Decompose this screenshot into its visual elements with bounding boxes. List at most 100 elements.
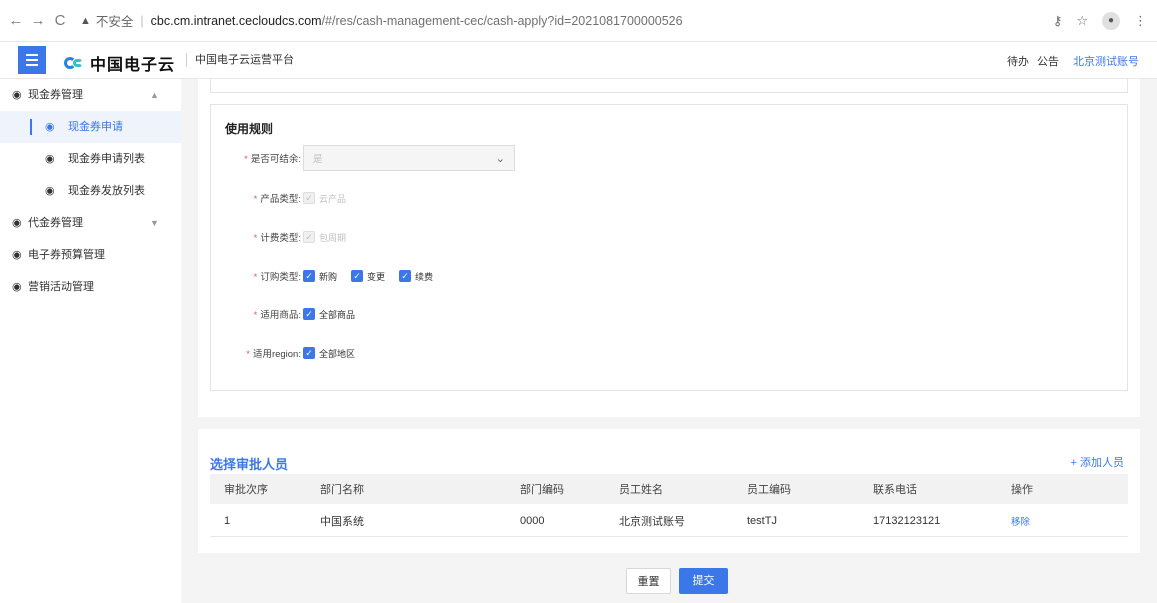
goods-row: * 适用商品: ✓ 全部商品 <box>211 303 355 325</box>
logo-icon <box>64 55 86 71</box>
table-cell: 北京测试账号 <box>619 515 685 528</box>
column-header: 操作 <box>1011 484 1033 496</box>
url-host: cbc.cm.intranet.cecloudcs.com <box>150 13 322 28</box>
table-cell: 17132123121 <box>873 514 941 527</box>
sidebar-item-voucher[interactable]: ◉ 代金券管理 ▼ <box>0 207 181 239</box>
reload-button[interactable]: C <box>50 12 70 29</box>
warning-icon: ▲ <box>80 14 91 27</box>
settle-select[interactable]: 是 ⌄ <box>303 145 515 171</box>
product-type-checkbox: ✓ 云产品 <box>303 192 346 205</box>
product-type-label: * 产品类型: <box>253 194 301 205</box>
column-header: 员工编码 <box>747 484 791 496</box>
dashboard-icon: ◉ <box>45 121 55 133</box>
settle-value: 是 <box>313 154 323 165</box>
menu-toggle-button[interactable] <box>18 46 46 74</box>
sidebar-item-label: 现金券申请 <box>68 121 123 133</box>
order-type-renew-checkbox[interactable]: ✓ 续费 <box>399 270 433 283</box>
header-links: 待办 公告 北京测试账号 <box>1007 53 1139 69</box>
sidebar-item-label: 电子券预算管理 <box>28 249 105 261</box>
submit-button[interactable]: 提交 <box>679 568 728 594</box>
table-cell: 1 <box>224 514 231 527</box>
column-header: 联系电话 <box>873 484 917 496</box>
browser-actions: ⚷ ☆ ● ⋮ <box>1053 12 1147 30</box>
region-row: * 适用region: ✓ 全部地区 <box>211 342 355 364</box>
all-goods-checkbox[interactable]: ✓ 全部商品 <box>303 308 355 321</box>
sidebar: ◉ 现金券管理 ▲ ◉ 现金券申请 ◉ 现金券申请列表 ◉ 现金券发放列表 ◉ … <box>0 79 181 603</box>
approvers-card: 选择审批人员 + 添加人员 审批次序 部门名称 部门编码 员工姓名 员工编码 联… <box>198 429 1140 553</box>
app-header: 中国电子云 中国电子云运营平台 待办 公告 北京测试账号 <box>0 42 1157 79</box>
sidebar-item-label: 现金券发放列表 <box>68 185 145 197</box>
column-header: 员工姓名 <box>619 484 663 496</box>
add-person-button[interactable]: + 添加人员 <box>1071 454 1124 470</box>
product-type-row: * 产品类型: ✓ 云产品 <box>211 187 346 209</box>
profile-icon[interactable]: ● <box>1102 12 1120 30</box>
remove-link[interactable]: 移除 <box>1011 505 1030 536</box>
settle-label: * 是否可结余: <box>244 154 301 165</box>
checkmark-icon: ✓ <box>399 270 412 282</box>
order-type-change-checkbox[interactable]: ✓ 变更 <box>351 270 385 283</box>
table-header: 审批次序 部门名称 部门编码 员工姓名 员工编码 联系电话 操作 <box>210 474 1128 504</box>
main-content: 使用规则 * 是否可结余: 是 ⌄ * 产品类型: ✓ 云产品 * 计费类型: … <box>181 79 1157 603</box>
sidebar-item-issue-list[interactable]: ◉ 现金券发放列表 <box>0 175 181 207</box>
table-row: 1 中国系统 0000 北京测试账号 testTJ 17132123121 移除 <box>210 505 1128 537</box>
table-cell: testTJ <box>747 514 777 527</box>
usage-rules-panel: 使用规则 * 是否可结余: 是 ⌄ * 产品类型: ✓ 云产品 * 计费类型: … <box>210 104 1128 391</box>
insecure-label: 不安全 <box>95 15 134 29</box>
sidebar-item-marketing[interactable]: ◉ 营销活动管理 <box>0 271 181 303</box>
brand-name: 中国电子云 <box>90 57 176 74</box>
checkmark-icon: ✓ <box>303 308 315 320</box>
order-type-label: * 订购类型: <box>253 272 301 283</box>
url-path: /#/res/cash-management-cec/cash-apply?id… <box>321 13 683 28</box>
checkmark-icon: ✓ <box>303 192 315 204</box>
dashboard-icon: ◉ <box>12 217 22 229</box>
dashboard-icon: ◉ <box>12 249 22 261</box>
column-header: 部门名称 <box>320 484 364 496</box>
billing-type-row: * 计费类型: ✓ 包周期 <box>211 226 346 248</box>
order-type-row: * 订购类型: ✓ 新购 ✓ 变更 ✓ 续费 <box>211 265 433 287</box>
star-icon[interactable]: ☆ <box>1076 13 1088 29</box>
checkmark-icon: ✓ <box>303 270 315 282</box>
url-separator: | <box>140 13 144 28</box>
browser-toolbar: ← → C ▲ 不安全 | cbc.cm.intranet.cecloudcs.… <box>0 0 1157 42</box>
billing-type-label: * 计费类型: <box>253 233 301 244</box>
chevron-down-icon: ⌄ <box>495 152 505 165</box>
sidebar-item-label: 代金券管理 <box>28 217 83 229</box>
todo-link[interactable]: 待办 <box>1007 53 1029 69</box>
order-type-new-checkbox[interactable]: ✓ 新购 <box>303 270 337 283</box>
column-header: 审批次序 <box>224 484 268 496</box>
dashboard-icon: ◉ <box>45 185 55 197</box>
approvers-title: 选择审批人员 <box>210 457 289 472</box>
notice-link[interactable]: 公告 <box>1037 53 1059 69</box>
reset-button[interactable]: 重置 <box>626 568 671 594</box>
platform-name: 中国电子云运营平台 <box>186 53 294 67</box>
region-label: * 适用region: <box>246 349 301 360</box>
chevron-up-icon: ▲ <box>150 90 159 100</box>
menu-dots-icon[interactable]: ⋮ <box>1134 13 1147 29</box>
all-regions-checkbox[interactable]: ✓ 全部地区 <box>303 347 355 360</box>
sidebar-item-cash-apply[interactable]: ◉ 现金券申请 <box>0 111 181 143</box>
form-card: 使用规则 * 是否可结余: 是 ⌄ * 产品类型: ✓ 云产品 * 计费类型: … <box>198 79 1140 417</box>
address-bar[interactable]: ▲ 不安全 | cbc.cm.intranet.cecloudcs.com /#… <box>80 11 683 30</box>
checkmark-icon: ✓ <box>303 347 315 359</box>
goods-label: * 适用商品: <box>253 310 301 321</box>
dashboard-icon: ◉ <box>45 153 55 165</box>
dashboard-icon: ◉ <box>12 89 22 101</box>
sidebar-item-label: 现金券管理 <box>28 89 83 101</box>
table-cell: 0000 <box>520 514 545 527</box>
forward-button[interactable]: → <box>28 12 48 29</box>
table-cell: 中国系统 <box>320 515 364 528</box>
sidebar-item-cash-coupon[interactable]: ◉ 现金券管理 ▲ <box>0 79 181 111</box>
back-button[interactable]: ← <box>6 12 26 29</box>
column-header: 部门编码 <box>520 484 564 496</box>
sidebar-item-budget[interactable]: ◉ 电子券预算管理 <box>0 239 181 271</box>
previous-panel <box>210 79 1128 93</box>
billing-type-checkbox: ✓ 包周期 <box>303 231 346 244</box>
sidebar-item-label: 现金券申请列表 <box>68 153 145 165</box>
checkmark-icon: ✓ <box>303 231 315 243</box>
rules-title: 使用规则 <box>225 122 274 136</box>
sidebar-item-apply-list[interactable]: ◉ 现金券申请列表 <box>0 143 181 175</box>
brand-logo: 中国电子云 <box>64 51 175 75</box>
account-link[interactable]: 北京测试账号 <box>1073 53 1139 69</box>
key-icon[interactable]: ⚷ <box>1053 13 1063 29</box>
checkmark-icon: ✓ <box>351 270 364 282</box>
